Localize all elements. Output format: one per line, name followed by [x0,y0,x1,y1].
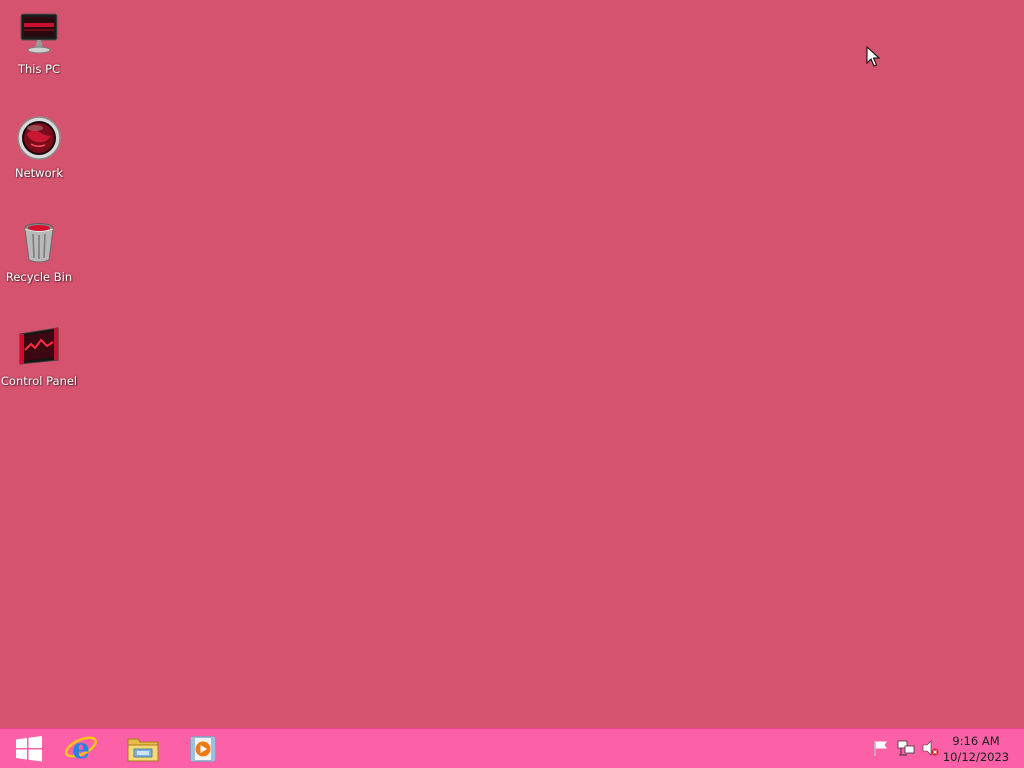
speaker-muted-icon[interactable] [921,739,939,757]
svg-text:e: e [72,733,90,765]
desktop-icon-this-pc[interactable]: This PC [0,4,78,90]
internet-explorer-icon: e [64,733,98,765]
clock-time: 9:16 AM [952,734,1000,748]
desktop-icon-network[interactable]: Network [0,108,78,194]
this-pc-icon [15,10,63,58]
mouse-pointer-icon [866,46,880,67]
desktop-icon-label: Recycle Bin [5,270,73,284]
desktop-icon-label: Network [14,166,64,180]
windows-logo-icon [16,736,42,762]
desktop-icon-label: Control Panel [0,374,78,388]
system-clock[interactable]: 9:16 AM 10/12/2023 [940,733,1012,765]
taskbar-file-explorer[interactable] [114,731,172,767]
flag-icon[interactable] [872,739,890,757]
desktop-icon-recycle-bin[interactable]: Recycle Bin [0,212,78,298]
control-panel-icon [15,322,63,370]
taskbar-media-player[interactable] [174,731,232,767]
start-button[interactable] [0,731,58,767]
desktop[interactable]: This PC Network Recycle Bin Control Pane… [0,0,1024,728]
file-explorer-icon [127,738,159,762]
taskbar-internet-explorer[interactable]: e [52,731,110,767]
taskbar: e 9:16 AM 10/12/2023 [0,728,1024,768]
desktop-icon-label: This PC [17,62,61,76]
clock-date: 10/12/2023 [942,750,1010,764]
recycle-bin-icon [15,218,63,266]
media-player-icon [190,736,216,762]
desktop-icon-control-panel[interactable]: Control Panel [0,316,78,402]
network-tray-icon[interactable] [897,739,915,757]
network-icon [15,114,63,162]
